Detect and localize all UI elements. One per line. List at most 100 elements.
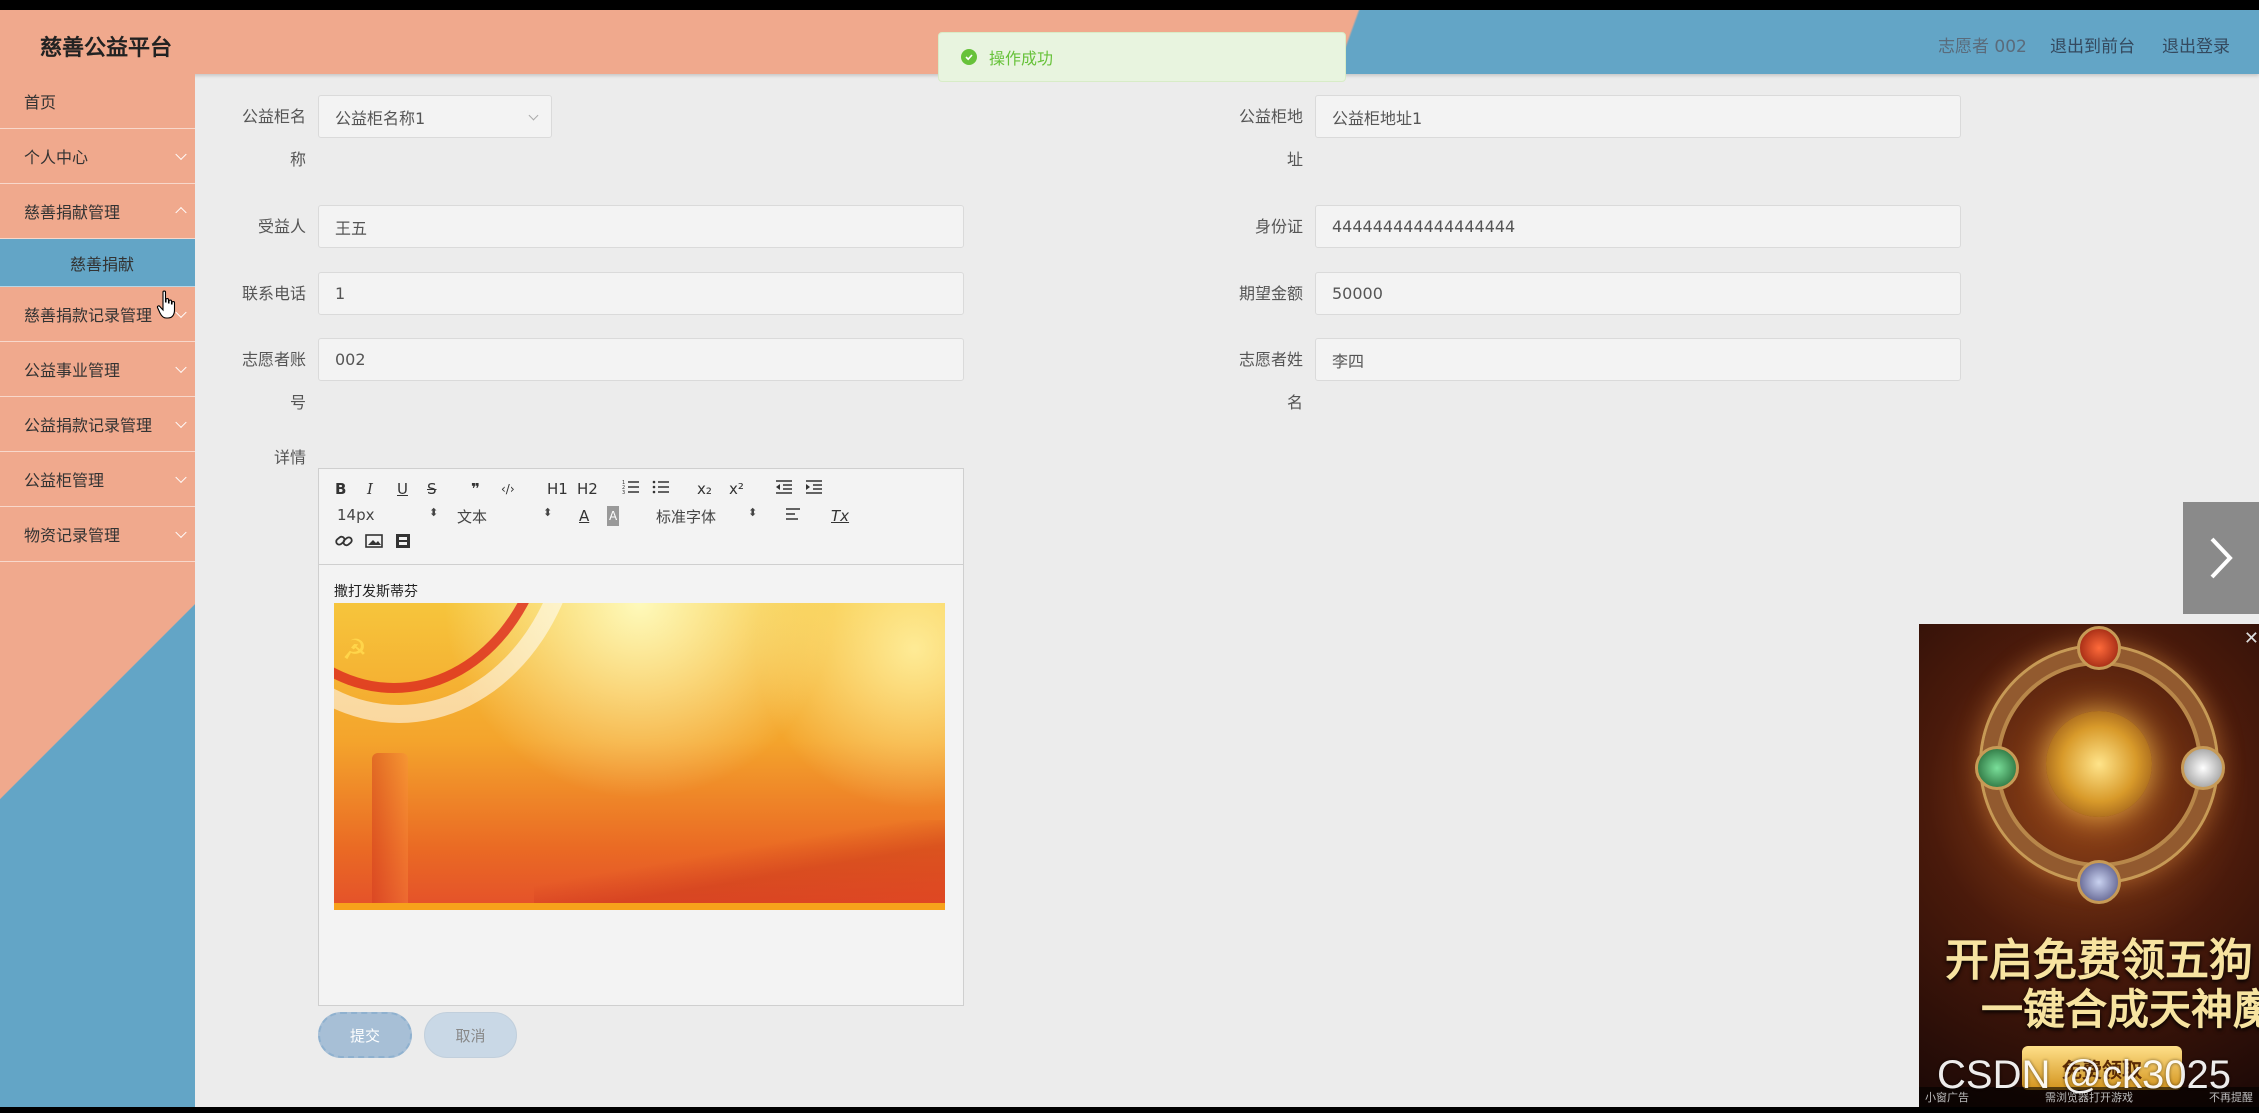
outdent-icon[interactable]	[775, 479, 793, 500]
sidebar-item-charity-donation-mgmt[interactable]: 慈善捐献管理	[0, 184, 195, 239]
bold-button[interactable]: B	[335, 479, 346, 499]
sidebar-item-cabinet-mgmt[interactable]: 公益柜管理	[0, 452, 195, 507]
superscript-button[interactable]: x²	[729, 479, 744, 499]
sidebar-item-public-welfare-mgmt[interactable]: 公益事业管理	[0, 342, 195, 397]
details-label: 详情	[273, 448, 306, 467]
editor-embedded-image: ☭	[334, 603, 945, 910]
chevron-down-icon	[175, 526, 187, 539]
updown-icon: ⬍	[748, 506, 758, 519]
sidebar-item-label: 公益捐款记录管理	[24, 416, 153, 435]
sidebar-item-label: 慈善捐款记录管理	[24, 306, 153, 325]
volunteer-account-value: 002	[335, 350, 366, 369]
video-icon[interactable]	[395, 533, 411, 554]
brand-title: 慈善公益平台	[40, 36, 173, 61]
volunteer-account-field[interactable]: 002	[318, 338, 964, 381]
ad-dragon-emblem	[2046, 711, 2152, 817]
font-color-icon[interactable]: A	[579, 506, 589, 526]
sidebar-item-home[interactable]: 首页	[0, 74, 195, 129]
image-wall-decoration	[534, 820, 945, 910]
h1-button[interactable]: H1	[547, 479, 568, 499]
ordered-list-icon[interactable]: 123	[622, 479, 640, 500]
cabinet-name-value: 公益柜名称1	[335, 108, 426, 128]
id-card-value: 444444444444444444	[1332, 217, 1516, 236]
beneficiary-label: 受益人	[257, 217, 306, 236]
sidebar: 首页 个人中心 慈善捐献管理 慈善捐献 慈善捐款记录管理 公益事业管理 公益捐款…	[0, 74, 195, 1107]
editor-content-text: 撒打发斯蒂芬	[334, 584, 418, 600]
phone-field[interactable]: 1	[318, 272, 964, 315]
ad-gem	[2077, 626, 2121, 670]
phone-label: 联系电话	[241, 284, 306, 303]
success-toast: 操作成功	[938, 32, 1346, 82]
expected-amount-label: 期望金额	[1238, 284, 1303, 303]
sidebar-item-label: 公益柜管理	[24, 471, 105, 490]
image-strip	[334, 903, 945, 910]
submit-button[interactable]: 提交	[318, 1012, 412, 1058]
editor-toolbar: B I U S ❞ ‹/› H1 H2 123 x₂ x² 14px ⬍ 文本 …	[319, 469, 963, 565]
background-color-icon[interactable]: A	[607, 506, 620, 526]
svg-text:3: 3	[622, 490, 625, 495]
link-icon[interactable]	[335, 533, 353, 554]
emblem-icon: ☭	[342, 633, 368, 666]
check-circle-icon	[961, 49, 977, 65]
chevron-down-icon	[175, 416, 187, 429]
strike-button[interactable]: S	[427, 479, 437, 499]
volunteer-name-field[interactable]: 李四	[1315, 338, 1961, 381]
chevron-down-icon	[175, 361, 187, 374]
next-arrow-button[interactable]	[2183, 502, 2259, 614]
close-icon[interactable]: ✕	[2244, 628, 2259, 649]
clear-format-button[interactable]: Tx	[831, 506, 849, 526]
code-block-button[interactable]: ‹/›	[501, 479, 515, 499]
sidebar-item-material-records-mgmt[interactable]: 物资记录管理	[0, 507, 195, 562]
chevron-down-icon	[175, 148, 187, 161]
id-card-field[interactable]: 444444444444444444	[1315, 205, 1961, 248]
blockquote-button[interactable]: ❞	[471, 479, 480, 499]
sidebar-item-welfare-donation-records-mgmt[interactable]: 公益捐款记录管理	[0, 397, 195, 452]
volunteer-name-value: 李四	[1332, 351, 1365, 371]
updown-icon: ⬍	[543, 506, 553, 519]
italic-button[interactable]: I	[367, 479, 373, 499]
ad-gem	[2077, 860, 2121, 904]
sidebar-subitem-charity-donation[interactable]: 慈善捐献	[0, 239, 195, 287]
image-icon[interactable]	[365, 533, 383, 554]
font-family-value: 标准字体	[656, 508, 717, 526]
cancel-button[interactable]: 取消	[424, 1012, 517, 1058]
floating-ad[interactable]: ✕ 开启免费领五狗 一键合成天神魔 免费领取 小窗广告 需浏览器打开游戏 不再提…	[1919, 624, 2259, 1107]
details-editor[interactable]: B I U S ❞ ‹/› H1 H2 123 x₂ x² 14px ⬍ 文本 …	[318, 468, 964, 1006]
sidebar-item-label: 公益事业管理	[24, 361, 121, 380]
chevron-right-icon	[2210, 537, 2233, 579]
beneficiary-value: 王五	[335, 218, 368, 238]
text-type-value: 文本	[457, 508, 488, 526]
expected-amount-field[interactable]: 50000	[1315, 272, 1961, 315]
chevron-down-icon	[175, 471, 187, 484]
cabinet-address-label-cont: 址	[1286, 150, 1303, 169]
expected-amount-value: 50000	[1332, 284, 1383, 303]
app-screen: 慈善公益平台 志愿者 002 退出到前台 退出登录 操作成功 首页 个人中心 慈…	[0, 10, 2259, 1107]
text-type-select[interactable]: 文本 ⬍	[457, 506, 557, 527]
sidebar-item-personal-center[interactable]: 个人中心	[0, 129, 195, 184]
subscript-button[interactable]: x₂	[697, 479, 712, 499]
phone-value: 1	[335, 284, 346, 303]
sidebar-item-label: 物资记录管理	[24, 526, 121, 545]
chevron-down-icon	[528, 110, 539, 121]
font-family-select[interactable]: 标准字体 ⬍	[656, 506, 766, 527]
cabinet-address-field[interactable]: 公益柜地址1	[1315, 95, 1961, 138]
sidebar-item-label: 个人中心	[24, 148, 89, 167]
underline-button[interactable]: U	[397, 479, 408, 499]
cabinet-name-select[interactable]: 公益柜名称1	[318, 95, 552, 138]
align-icon[interactable]	[785, 506, 801, 526]
indent-icon[interactable]	[805, 479, 823, 500]
logout-link[interactable]: 退出登录	[2162, 32, 2230, 57]
image-pillar-decoration	[372, 753, 408, 910]
cabinet-name-label-cont: 称	[289, 150, 306, 169]
volunteer-account-label-cont: 号	[289, 393, 306, 412]
user-label: 志愿者 002	[1938, 37, 2027, 57]
exit-to-front-link[interactable]: 退出到前台	[2050, 32, 2135, 57]
font-size-value: 14px	[337, 506, 375, 524]
toast-message: 操作成功	[989, 49, 1054, 68]
h2-button[interactable]: H2	[577, 479, 598, 499]
bullet-list-icon[interactable]	[652, 479, 670, 500]
cabinet-address-label: 公益柜地	[1238, 107, 1303, 126]
beneficiary-field[interactable]: 王五	[318, 205, 964, 248]
font-size-select[interactable]: 14px ⬍	[337, 506, 438, 524]
watermark: CSDN @ck3025	[1937, 1053, 2232, 1097]
